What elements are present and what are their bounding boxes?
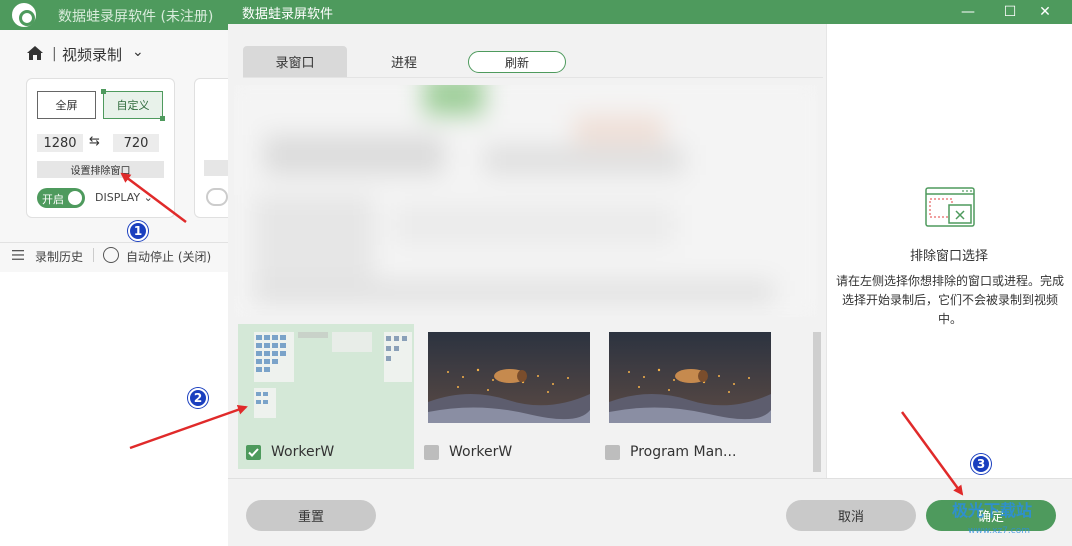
mode-separator: | — [52, 46, 57, 62]
width-input[interactable]: 1280 — [37, 134, 83, 152]
watermark-url: www.xz7.com — [968, 526, 1030, 536]
thumbnail-label: WorkerW — [449, 444, 513, 460]
fullscreen-button[interactable]: 全屏 — [37, 91, 96, 119]
auto-stop-link[interactable]: 自动停止 (关闭) — [126, 248, 211, 265]
close-icon[interactable]: ✕ — [1030, 0, 1060, 24]
dialog-titlebar: 数据蛙录屏软件 — ☐ ✕ — [228, 0, 1072, 24]
mode-selector[interactable]: 视频录制 — [62, 44, 122, 65]
audio-toggle[interactable] — [206, 188, 228, 206]
blurred-content — [234, 85, 818, 317]
exclude-window-icon — [925, 187, 975, 227]
set-exclude-window-button[interactable]: 设置排除窗口 — [37, 161, 164, 178]
scrollbar[interactable] — [813, 332, 821, 472]
chevron-down-icon[interactable]: ⌄ — [132, 44, 144, 60]
step-badge-3: 3 — [971, 454, 991, 474]
height-input[interactable]: 720 — [113, 134, 159, 152]
exclude-panel-description: 请在左侧选择你想排除的窗口或进程。完成选择开始录制后，它们不会被录制到视频中。 — [835, 274, 1064, 326]
list-icon — [12, 250, 24, 260]
divider — [93, 248, 94, 262]
refresh-button[interactable]: 刷新 — [468, 51, 566, 73]
tab-process[interactable]: 进程 — [368, 46, 440, 77]
minimize-icon[interactable]: — — [953, 0, 983, 24]
blurred-window-preview — [234, 85, 818, 317]
clock-icon — [103, 247, 119, 263]
checkbox-unchecked[interactable] — [605, 445, 620, 460]
custom-area-button[interactable]: 自定义 — [101, 89, 165, 121]
desktop-thumbnail — [250, 332, 412, 423]
exclude-panel-title: 排除窗口选择 — [909, 249, 988, 264]
link-icon[interactable]: ⇆ — [89, 134, 100, 149]
wallpaper-thumbnail — [609, 332, 771, 423]
window-thumbnail-card[interactable]: WorkerW — [416, 324, 592, 469]
window-thumbnail-card[interactable]: Program Man... — [597, 324, 773, 469]
dialog-title: 数据蛙录屏软件 — [242, 7, 334, 22]
tab-divider — [243, 77, 823, 78]
record-toggle[interactable]: 开启 — [37, 188, 85, 208]
app-title: 数据蛙录屏软件 (未注册) — [58, 9, 214, 25]
tab-record-window[interactable]: 录窗口 — [243, 46, 347, 77]
toggle-label: 开启 — [42, 193, 64, 206]
exclude-window-dialog: 数据蛙录屏软件 — ☐ ✕ 录窗口 进程 刷新 WorkerW WorkerW … — [228, 0, 1072, 546]
wallpaper-thumbnail — [428, 332, 590, 423]
step-badge-2: 2 — [188, 388, 208, 408]
home-icon[interactable] — [26, 45, 44, 61]
screen: 数据蛙录屏软件 (未注册) | 视频录制 ⌄ 全屏 自定义 1280 ⇆ 720… — [0, 0, 1072, 546]
checkbox-unchecked[interactable] — [424, 445, 439, 460]
app-logo-icon — [12, 3, 36, 27]
step-badge-1: 1 — [128, 221, 148, 241]
watermark-logo: 极光下载站 — [952, 501, 1033, 520]
toggle-knob — [68, 191, 82, 205]
reset-button[interactable]: 重置 — [246, 500, 376, 531]
checkbox-checked[interactable] — [246, 445, 261, 460]
window-thumbnail-card[interactable]: WorkerW — [238, 324, 414, 469]
display-label: DISPLAY — [95, 191, 141, 204]
record-history-link[interactable]: 录制历史 — [35, 248, 83, 265]
thumbnail-label: WorkerW — [271, 444, 335, 460]
cancel-button[interactable]: 取消 — [786, 500, 916, 531]
audio-card-bar — [204, 160, 228, 176]
display-selector[interactable]: DISPLAY ⌄ — [95, 191, 153, 204]
maximize-icon[interactable]: ☐ — [995, 0, 1025, 24]
thumbnail-label: Program Man... — [630, 444, 737, 460]
